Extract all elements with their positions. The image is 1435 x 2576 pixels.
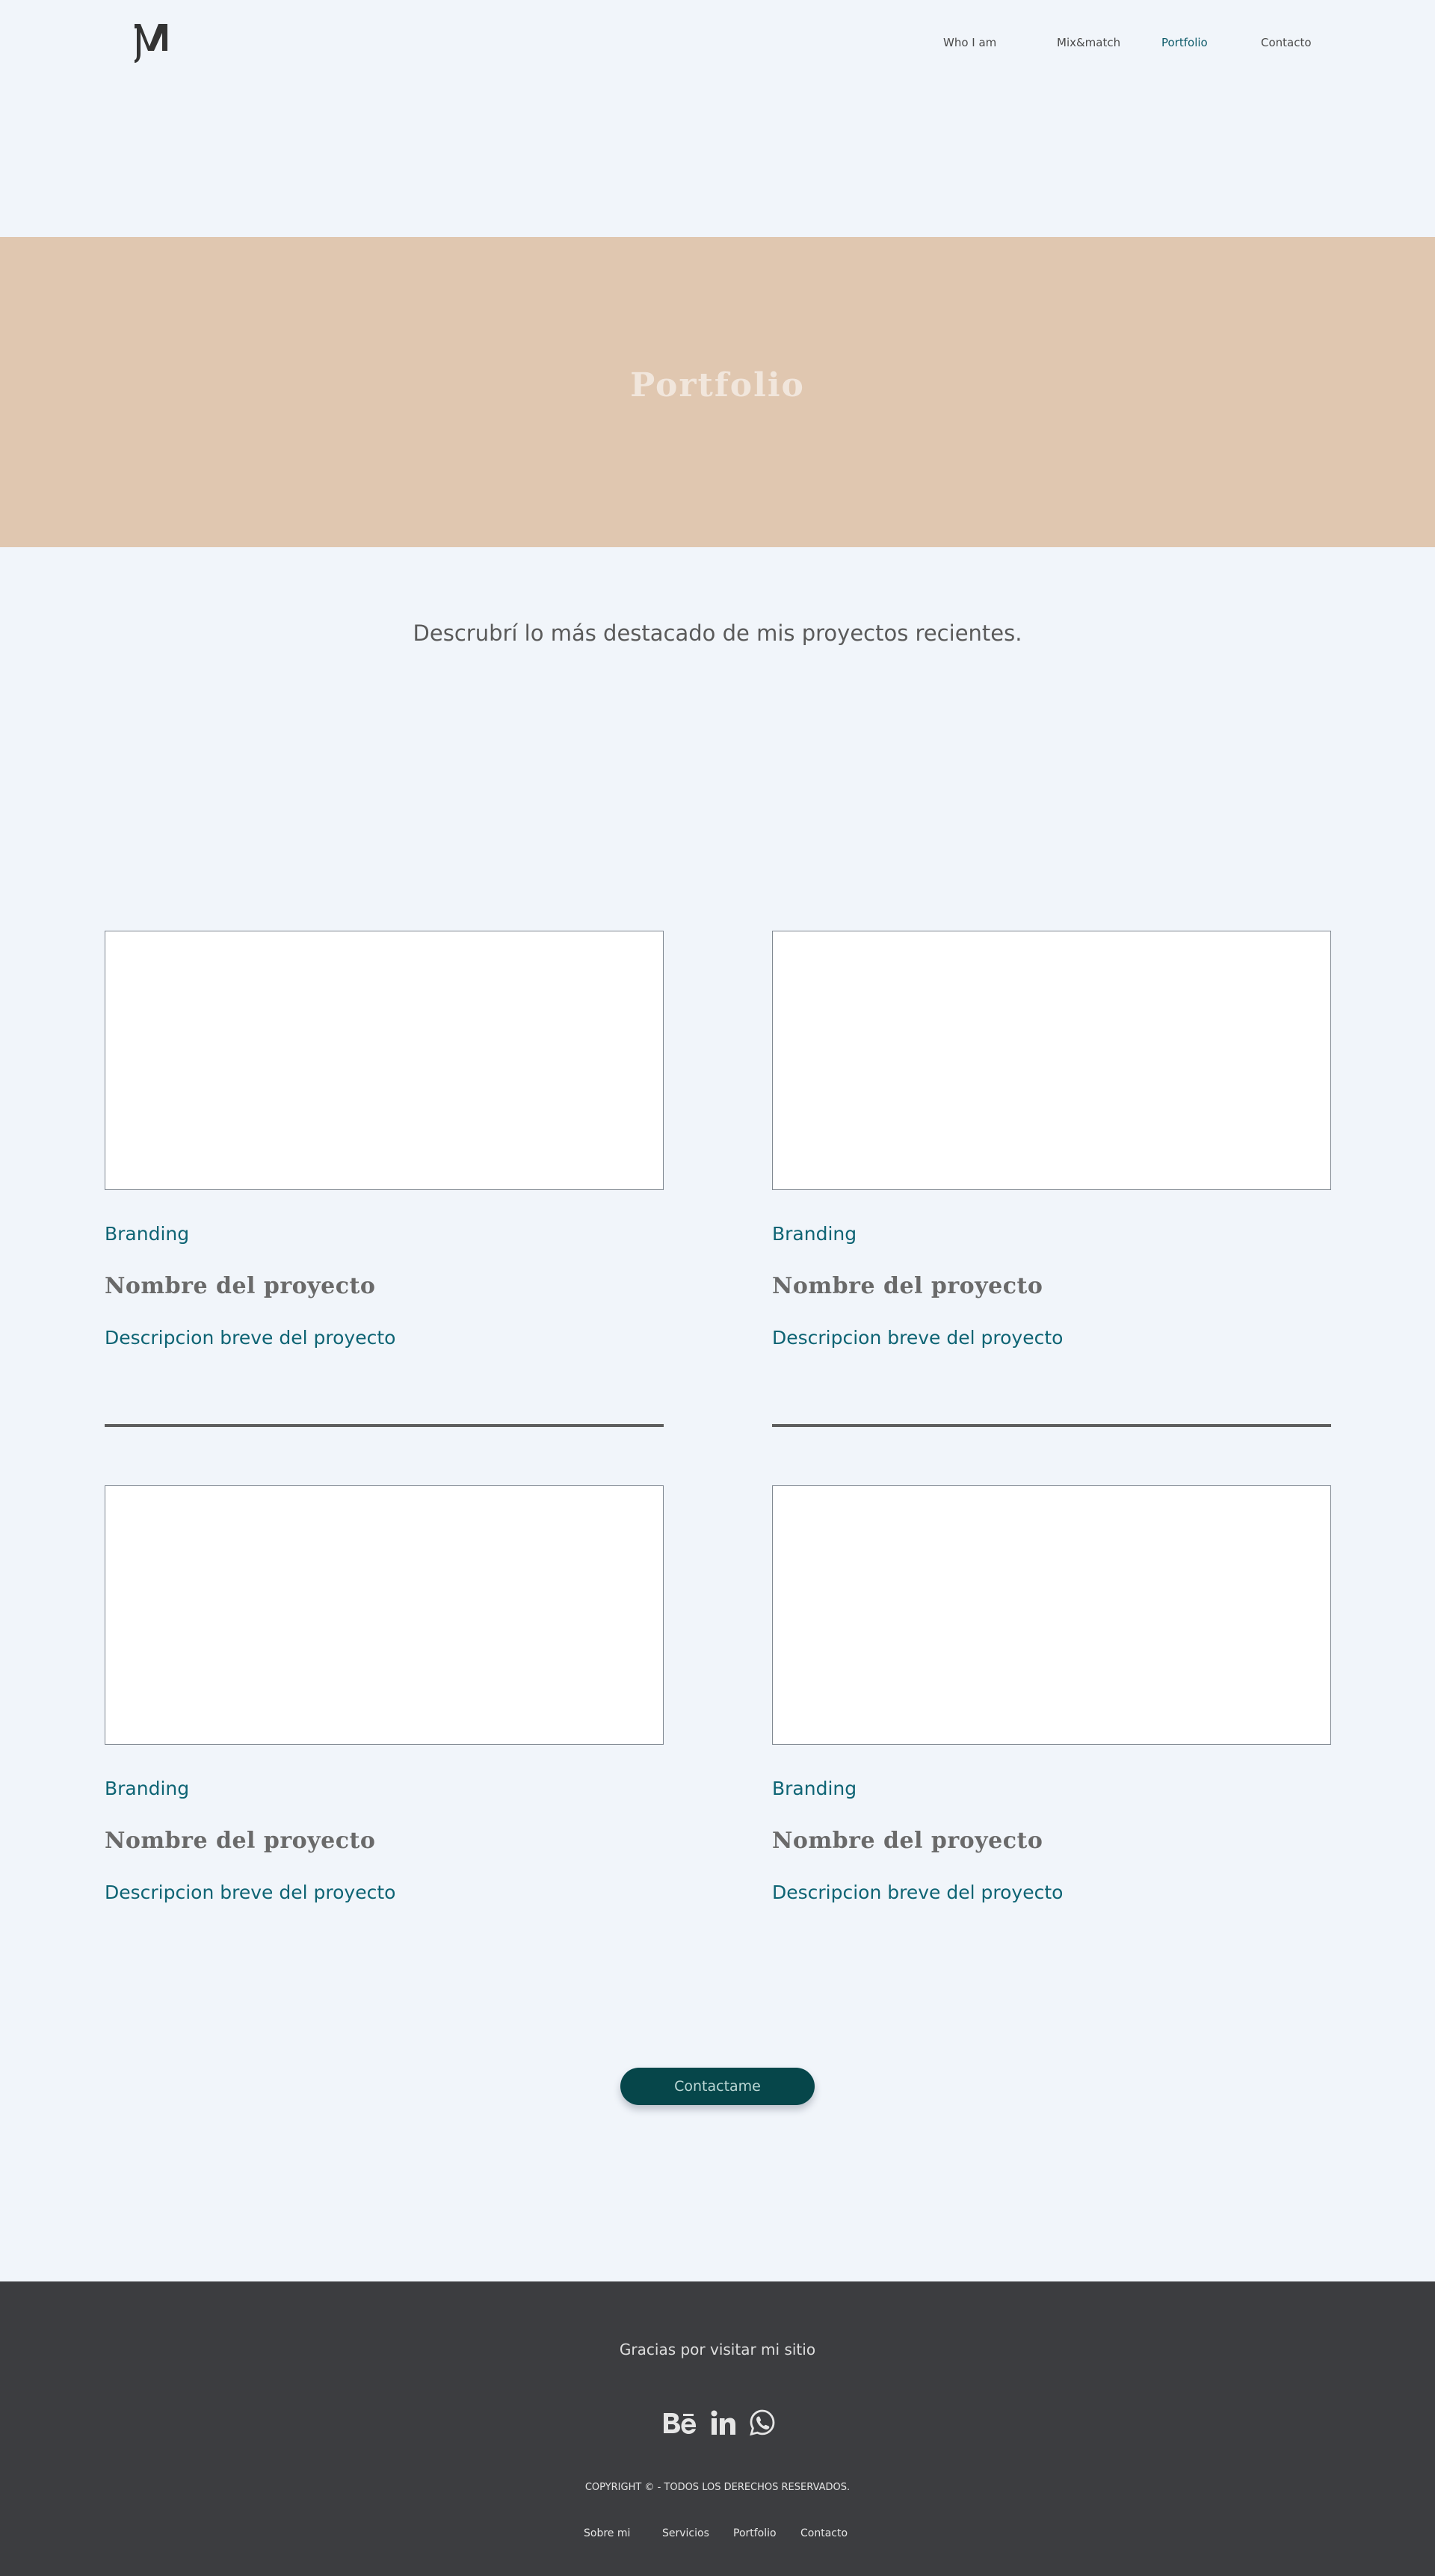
- page-title: Portfolio: [630, 366, 805, 404]
- site-header: Who I am Mix&match Portfolio Contacto: [0, 0, 1435, 90]
- copyright-text: COPYRIGHT © - TODOS LOS DERECHOS RESERVA…: [584, 2482, 851, 2493]
- footer-nav-portfolio[interactable]: Portfolio: [733, 2527, 777, 2539]
- logo-icon[interactable]: [133, 21, 169, 64]
- linkedin-icon[interactable]: [710, 2409, 737, 2437]
- whatsapp-icon[interactable]: [749, 2409, 776, 2437]
- nav-who-i-am[interactable]: Who I am: [943, 36, 996, 49]
- project-category: Branding: [105, 1778, 190, 1799]
- social-links: [661, 2409, 781, 2438]
- project-image[interactable]: [105, 931, 664, 1190]
- nav-contacto[interactable]: Contacto: [1261, 36, 1312, 49]
- project-category: Branding: [105, 1223, 190, 1245]
- footer-nav-contacto[interactable]: Contacto: [800, 2527, 848, 2539]
- project-name[interactable]: Nombre del proyecto: [105, 1828, 375, 1854]
- nav-mix-and-match[interactable]: Mix&match: [1057, 36, 1120, 49]
- project-description: Descripcion breve del proyecto: [772, 1327, 1064, 1349]
- footer-thanks: Gracias por visitar mi sitio: [619, 2341, 816, 2358]
- divider: [772, 1424, 1331, 1427]
- contactame-button[interactable]: Contactame: [620, 2068, 815, 2105]
- nav-portfolio[interactable]: Portfolio: [1161, 36, 1208, 49]
- intro-text: Descrubrí lo más destacado de mis proyec…: [413, 620, 1022, 646]
- project-image[interactable]: [772, 1485, 1331, 1745]
- project-name[interactable]: Nombre del proyecto: [105, 1273, 375, 1299]
- project-image[interactable]: [772, 931, 1331, 1190]
- behance-icon[interactable]: [661, 2409, 699, 2437]
- project-image[interactable]: [105, 1485, 664, 1745]
- project-description: Descripcion breve del proyecto: [105, 1882, 396, 1903]
- divider: [105, 1424, 664, 1427]
- footer-nav-servicios[interactable]: Servicios: [662, 2527, 709, 2539]
- project-name[interactable]: Nombre del proyecto: [772, 1273, 1043, 1299]
- project-category: Branding: [772, 1778, 857, 1799]
- project-name[interactable]: Nombre del proyecto: [772, 1828, 1043, 1854]
- project-description: Descripcion breve del proyecto: [772, 1882, 1064, 1903]
- project-category: Branding: [772, 1223, 857, 1245]
- footer-nav-sobre-mi[interactable]: Sobre mi: [584, 2527, 630, 2539]
- project-description: Descripcion breve del proyecto: [105, 1327, 396, 1349]
